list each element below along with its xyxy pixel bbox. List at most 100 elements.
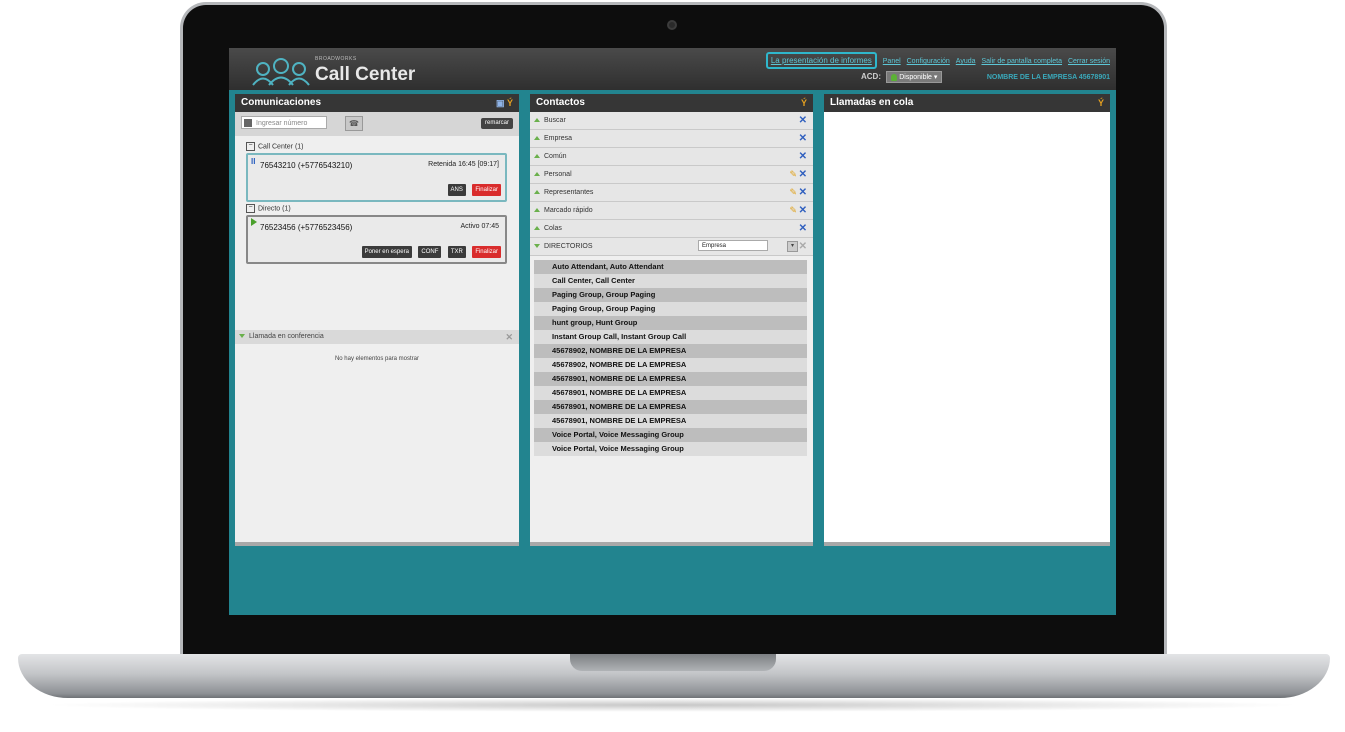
close-icon[interactable]: ✕	[799, 166, 807, 183]
directory-item[interactable]: 45678901, NOMBRE DE LA EMPRESA	[534, 386, 807, 400]
call-number: 76543210 (+5776543210)	[260, 161, 353, 170]
transfer-button[interactable]: TXR	[447, 246, 466, 258]
redial-button[interactable]: remarcar	[480, 118, 513, 129]
conference-button[interactable]: CONF	[418, 246, 442, 258]
call-card-held[interactable]: II 76543210 (+5776543210) Retenida 16:45…	[246, 153, 507, 202]
acd-status: ACD: Disponible ▾	[861, 71, 943, 83]
dial-bar: Ingresar número ☎ remarcar	[235, 112, 519, 136]
dial-placeholder: Ingresar número	[256, 120, 308, 127]
expand-arrow-icon[interactable]	[534, 154, 540, 159]
contact-section-label: Buscar	[544, 117, 566, 124]
expand-arrow-icon[interactable]	[534, 118, 540, 123]
queued-calls-title: Llamadas en cola	[830, 97, 914, 108]
end-call-button[interactable]: Finalizar	[472, 246, 501, 258]
call-card-active[interactable]: 76523456 (+5776523456) Activo 07:45 Pone…	[246, 215, 507, 264]
collapse-arrow-icon[interactable]	[534, 244, 540, 249]
resize-handle[interactable]	[824, 542, 1110, 546]
directory-item[interactable]: hunt group, Hunt Group	[534, 316, 807, 330]
close-icon[interactable]: ✕	[799, 220, 807, 237]
contact-section-label: Colas	[544, 225, 562, 232]
call-actions: ANS Finalizar	[446, 178, 501, 196]
expand-arrow-icon[interactable]	[534, 136, 540, 141]
directory-item[interactable]: Paging Group, Group Paging	[534, 288, 807, 302]
directory-item[interactable]: Paging Group, Group Paging	[534, 302, 807, 316]
directory-item[interactable]: Voice Portal, Voice Messaging Group	[534, 428, 807, 442]
expand-arrow-icon[interactable]	[534, 208, 540, 213]
contact-section-row[interactable]: Buscar ✕	[530, 112, 813, 130]
conference-section-header[interactable]: Llamada en conferencia ✕	[235, 330, 519, 344]
edit-pencil-icon[interactable]: ✎	[789, 202, 797, 219]
answer-button[interactable]: ANS	[447, 184, 466, 196]
close-icon[interactable]: ✕	[799, 112, 807, 129]
contact-section-row[interactable]: Marcado rápido ✎ ✕	[530, 202, 813, 220]
contacts-panel: Contactos Ý Buscar ✕ Empresa ✕ Común ✕ Persona…	[530, 94, 813, 546]
dial-phone-button[interactable]: ☎	[345, 116, 363, 131]
expand-arrow-icon[interactable]	[239, 334, 245, 338]
close-icon[interactable]: ✕	[799, 130, 807, 147]
notes-icon[interactable]: ▣	[496, 98, 505, 108]
dial-number-input[interactable]: Ingresar número	[241, 116, 327, 129]
edit-pencil-icon[interactable]: ✎	[789, 166, 797, 183]
call-group-direct[interactable]: − Directo (1)	[246, 204, 519, 213]
hold-button[interactable]: Poner en espera	[361, 246, 412, 258]
top-bar: BROADWORKS Call Center La presentación d…	[229, 48, 1116, 90]
close-icon[interactable]: ✕	[799, 202, 807, 219]
directory-item[interactable]: 45678901, NOMBRE DE LA EMPRESA	[534, 414, 807, 428]
settings-tools-icon[interactable]: Ý	[507, 98, 513, 108]
directory-item[interactable]: Instant Group Call, Instant Group Call	[534, 330, 807, 344]
active-call-icon	[251, 218, 257, 226]
close-icon[interactable]: ✕	[799, 148, 807, 165]
directory-item[interactable]: 45678901, NOMBRE DE LA EMPRESA	[534, 400, 807, 414]
directory-item[interactable]: 45678902, NOMBRE DE LA EMPRESA	[534, 358, 807, 372]
communications-title: Comunicaciones	[241, 97, 322, 108]
directory-item[interactable]: 45678902, NOMBRE DE LA EMPRESA	[534, 344, 807, 358]
acd-status-dropdown[interactable]: Disponible ▾	[886, 71, 943, 83]
close-icon[interactable]: ✕	[799, 184, 807, 201]
config-link[interactable]: Configuración	[907, 58, 950, 65]
edit-pencil-icon[interactable]: ✎	[789, 184, 797, 201]
help-link[interactable]: Ayuda	[956, 58, 976, 65]
contact-section-label: Personal	[544, 171, 572, 178]
expand-arrow-icon[interactable]	[534, 226, 540, 231]
company-name: NOMBRE DE LA EMPRESA 45678901	[986, 74, 1110, 81]
contact-section-row[interactable]: Personal ✎ ✕	[530, 166, 813, 184]
collapse-icon[interactable]: −	[246, 142, 255, 151]
panel-tools: Ý	[1098, 94, 1104, 112]
close-icon[interactable]: ✕	[505, 330, 513, 344]
end-call-button[interactable]: Finalizar	[472, 184, 501, 196]
expand-arrow-icon[interactable]	[534, 190, 540, 195]
laptop-shadow	[40, 698, 1305, 712]
acd-label: ACD:	[861, 72, 881, 82]
settings-tools-icon[interactable]: Ý	[1098, 98, 1104, 108]
directory-item[interactable]: Auto Attendant, Auto Attendant	[534, 260, 807, 274]
directory-select[interactable]: Empresa	[698, 240, 768, 251]
resize-handle[interactable]	[530, 542, 813, 546]
expand-arrow-icon[interactable]	[534, 172, 540, 177]
keypad-icon[interactable]	[244, 119, 252, 127]
exit-fullscreen-link[interactable]: Salir de pantalla completa	[981, 58, 1062, 65]
conference-label: Llamada en conferencia	[249, 333, 324, 340]
panel-link[interactable]: Panel	[883, 58, 901, 65]
directory-item[interactable]: Voice Portal, Voice Messaging Group	[534, 442, 807, 456]
settings-tools-icon[interactable]: Ý	[801, 98, 807, 108]
brand-small: BROADWORKS	[315, 56, 357, 62]
call-status: Activo 07:45	[460, 223, 499, 230]
directory-item[interactable]: 45678901, NOMBRE DE LA EMPRESA	[534, 372, 807, 386]
resize-handle[interactable]	[235, 542, 519, 546]
logout-link[interactable]: Cerrar sesión	[1068, 58, 1110, 65]
contact-section-row[interactable]: Común ✕	[530, 148, 813, 166]
contact-section-label: Representantes	[544, 189, 594, 196]
call-group-callcenter[interactable]: − Call Center (1)	[246, 142, 519, 151]
call-status: Retenida 16:45 [09:17]	[428, 161, 499, 168]
directory-item[interactable]: Call Center, Call Center	[534, 274, 807, 288]
directories-row[interactable]: DIRECTORIOS Empresa ▾ ✕	[530, 238, 813, 256]
close-icon[interactable]: ✕	[799, 238, 807, 255]
contact-section-row[interactable]: Representantes ✎ ✕	[530, 184, 813, 202]
chevron-down-icon[interactable]: ▾	[787, 241, 798, 252]
directory-list: Auto Attendant, Auto Attendant Call Cente…	[534, 260, 807, 456]
contact-section-row[interactable]: Colas ✕	[530, 220, 813, 238]
contact-section-row[interactable]: Empresa ✕	[530, 130, 813, 148]
empty-message: No hay elementos para mostrar	[334, 356, 420, 362]
collapse-icon[interactable]: −	[246, 204, 255, 213]
reports-link[interactable]: La presentación de informes	[765, 52, 877, 69]
